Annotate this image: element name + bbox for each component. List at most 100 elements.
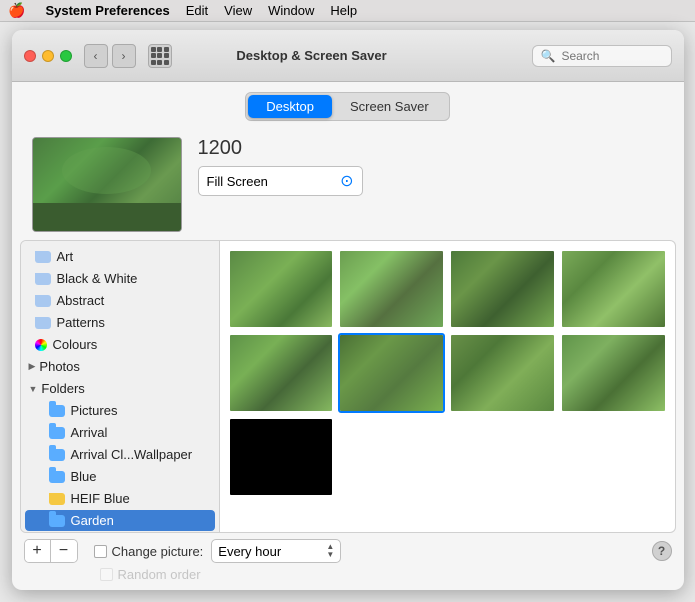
- tab-screen-saver[interactable]: Screen Saver: [332, 95, 447, 118]
- app-name[interactable]: System Preferences: [45, 3, 169, 18]
- folder-icon: [49, 427, 65, 439]
- sidebar-item-abstract[interactable]: Abstract: [25, 290, 215, 311]
- fill-options: 1200 Fill Screen ⊙: [198, 137, 363, 196]
- sidebar-item-arrival[interactable]: Arrival: [25, 422, 215, 443]
- thumbnail[interactable]: [449, 249, 556, 329]
- menu-window[interactable]: Window: [268, 3, 314, 18]
- sidebar-disclosure-photos[interactable]: ▶ Photos: [21, 356, 219, 377]
- menubar: 🍎 System Preferences Edit View Window He…: [0, 0, 695, 22]
- folder-icon: [49, 471, 65, 483]
- sidebar-item-art[interactable]: Art: [25, 246, 215, 267]
- preview-image: [33, 138, 181, 231]
- sidebar: Art Black & White Abstract Patterns Colo…: [20, 240, 220, 533]
- thumbnail[interactable]: [560, 249, 667, 329]
- close-button[interactable]: [24, 50, 36, 62]
- traffic-lights: [24, 50, 72, 62]
- bottom-controls: + − Change picture: Every hour ▲ ▼: [12, 533, 684, 590]
- folder-icon: [35, 273, 51, 285]
- sidebar-item-colours[interactable]: Colours: [25, 334, 215, 355]
- folder-icon: [49, 405, 65, 417]
- menu-view[interactable]: View: [224, 3, 252, 18]
- folder-icon: [35, 317, 51, 329]
- content: 1200 Fill Screen ⊙ Art Black & White: [12, 129, 684, 590]
- fill-dropdown-arrow-icon: ⊙: [340, 171, 353, 191]
- disclosure-arrow-icon: ▶: [29, 361, 36, 372]
- change-picture-label: Change picture:: [112, 544, 204, 559]
- folder-icon: [49, 515, 65, 527]
- apple-menu[interactable]: 🍎: [8, 2, 25, 19]
- thumbnail-image: [562, 251, 665, 327]
- minimize-button[interactable]: [42, 50, 54, 62]
- fill-option-label: Fill Screen: [207, 174, 268, 189]
- photos-label: Photos: [39, 359, 79, 374]
- sidebar-item-patterns[interactable]: Patterns: [25, 312, 215, 333]
- sidebar-item-label: Black & White: [57, 271, 138, 286]
- change-picture-checkbox-wrap: Change picture:: [94, 544, 204, 559]
- folder-icon: [49, 449, 65, 461]
- bottom-row1: + − Change picture: Every hour ▲ ▼: [20, 533, 676, 565]
- sidebar-item-label: Colours: [53, 337, 98, 352]
- sidebar-item-label: Patterns: [57, 315, 105, 330]
- tab-desktop[interactable]: Desktop: [248, 95, 332, 118]
- sidebar-item-label: Arrival: [71, 425, 108, 440]
- thumbnail-image: [340, 335, 443, 411]
- maximize-button[interactable]: [60, 50, 72, 62]
- sidebar-item-label: Abstract: [57, 293, 105, 308]
- titlebar: ‹ › Desktop & Screen Saver 🔍: [12, 30, 684, 82]
- random-order-checkbox[interactable]: [100, 568, 113, 581]
- thumbnail-image: [451, 251, 554, 327]
- menu-edit[interactable]: Edit: [186, 3, 208, 18]
- thumbnail[interactable]: [228, 417, 335, 497]
- thumbnail-image: [451, 335, 554, 411]
- sidebar-item-black-white[interactable]: Black & White: [25, 268, 215, 289]
- window-title: Desktop & Screen Saver: [92, 48, 532, 63]
- main-panel: Art Black & White Abstract Patterns Colo…: [12, 240, 684, 533]
- remove-folder-button[interactable]: −: [51, 540, 77, 562]
- preview-row: 1200 Fill Screen ⊙: [12, 129, 684, 240]
- change-picture-checkbox[interactable]: [94, 545, 107, 558]
- thumbnail[interactable]: [338, 249, 445, 329]
- thumbnail-image: [230, 251, 333, 327]
- thumbnail-image: [340, 251, 443, 327]
- search-box[interactable]: 🔍: [532, 45, 672, 67]
- fill-dropdown[interactable]: Fill Screen ⊙: [198, 166, 363, 196]
- random-order-label: Random order: [118, 567, 201, 582]
- sidebar-item-heif-blue[interactable]: HEIF Blue: [25, 488, 215, 509]
- tabs-row: Desktop Screen Saver: [12, 82, 684, 129]
- add-remove-buttons: + −: [24, 539, 78, 563]
- thumbnail[interactable]: [449, 333, 556, 413]
- sidebar-item-label: Garden: [71, 513, 114, 528]
- disclosure-arrow-icon: ▼: [29, 384, 38, 394]
- desktop-preview: [32, 137, 182, 232]
- search-input[interactable]: [561, 49, 662, 63]
- thumbnail[interactable]: [560, 333, 667, 413]
- bottom-row2: Random order: [20, 565, 676, 584]
- thumbnail-grid: [220, 240, 676, 533]
- thumbnail[interactable]: [228, 333, 335, 413]
- folder-icon: [35, 295, 51, 307]
- tab-group: Desktop Screen Saver: [245, 92, 449, 121]
- sidebar-item-label: Pictures: [71, 403, 118, 418]
- add-folder-button[interactable]: +: [25, 540, 51, 562]
- menu-help[interactable]: Help: [330, 3, 357, 18]
- folder-icon: [35, 251, 51, 263]
- sidebar-disclosure-folders[interactable]: ▼ Folders: [21, 378, 219, 399]
- help-button[interactable]: ?: [652, 541, 672, 561]
- sidebar-item-label: Blue: [71, 469, 97, 484]
- window: ‹ › Desktop & Screen Saver 🔍 Desktop Scr…: [12, 30, 684, 590]
- sidebar-item-label: Art: [57, 249, 74, 264]
- sidebar-item-blue[interactable]: Blue: [25, 466, 215, 487]
- thumbnail-selected[interactable]: [338, 333, 445, 413]
- thumbnail[interactable]: [228, 249, 335, 329]
- interval-stepper-icon: ▲ ▼: [326, 543, 334, 559]
- sidebar-item-garden[interactable]: Garden: [25, 510, 215, 531]
- sidebar-item-label: Arrival Cl...Wallpaper: [71, 447, 193, 462]
- search-icon: 🔍: [541, 49, 556, 63]
- interval-value: Every hour: [218, 544, 322, 559]
- resolution-number: 1200: [198, 137, 363, 160]
- folder-icon: [49, 493, 65, 505]
- sidebar-item-pictures[interactable]: Pictures: [25, 400, 215, 421]
- thumbnail-image: [230, 419, 333, 495]
- interval-dropdown[interactable]: Every hour ▲ ▼: [211, 539, 341, 563]
- sidebar-item-arrival-cl[interactable]: Arrival Cl...Wallpaper: [25, 444, 215, 465]
